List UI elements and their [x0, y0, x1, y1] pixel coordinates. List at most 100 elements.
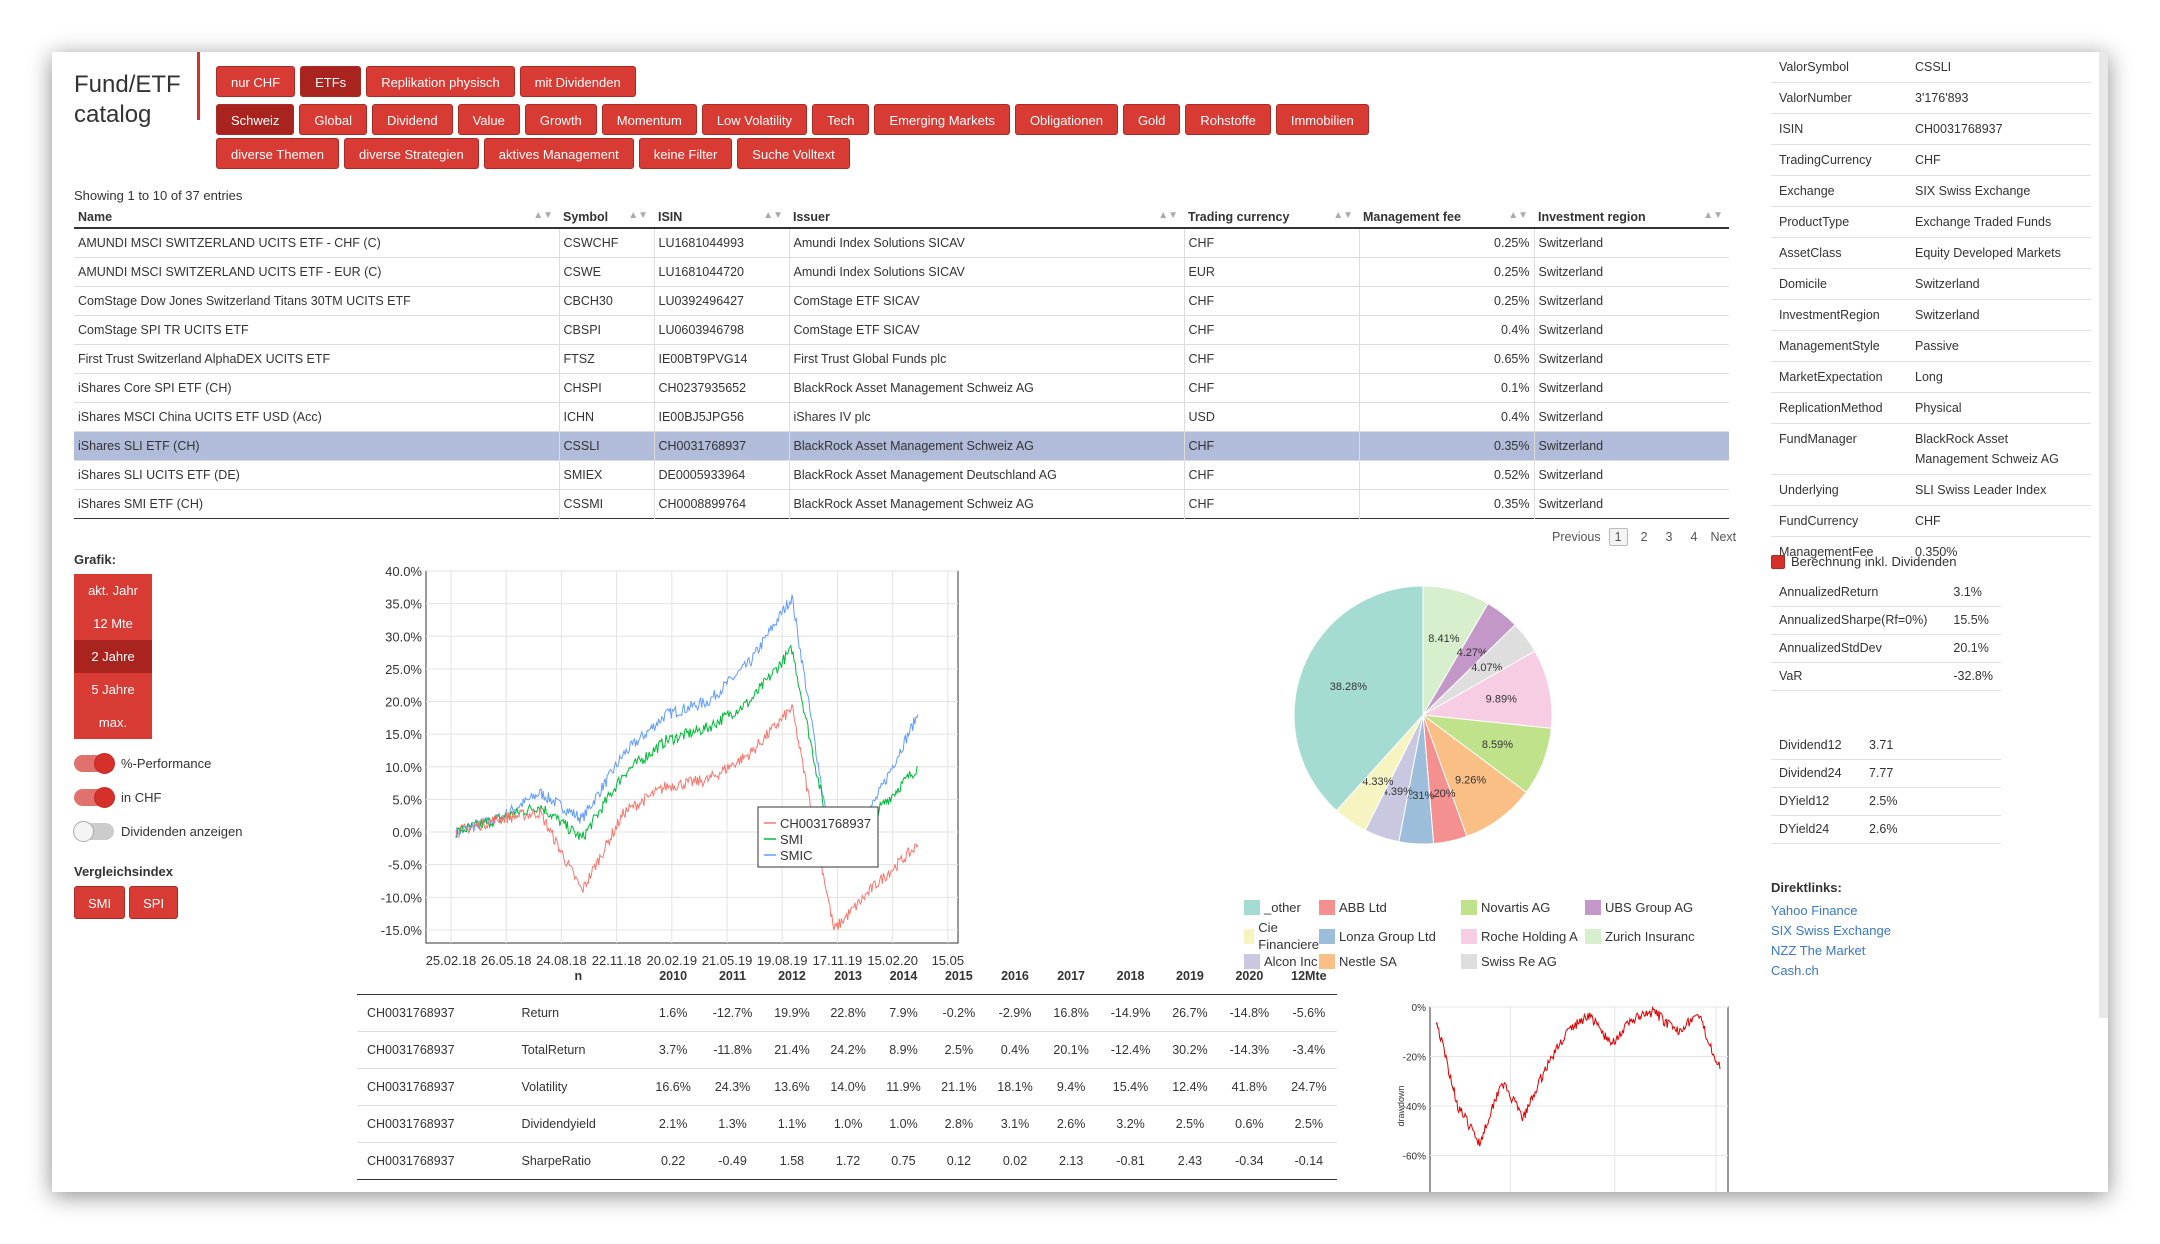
pager-page-3[interactable]: 3 — [1661, 529, 1678, 545]
info-row: Underlying SLI Swiss Leader Index — [1771, 474, 2091, 506]
cell-isin: IE00BT9PVG14 — [654, 343, 790, 373]
filter-global-button[interactable]: Global — [299, 104, 367, 135]
benchmark-spi-button[interactable]: SPI — [129, 886, 179, 919]
cell-region: Switzerland — [1534, 314, 1729, 344]
table-row[interactable]: ComStage Dow Jones Switzerland Titans 30… — [74, 285, 1729, 315]
filter-replikation-button[interactable]: Replikation physisch — [366, 66, 515, 97]
filter-gold-button[interactable]: Gold — [1122, 104, 1181, 135]
cell-name: First Trust Switzerland AlphaDEX UCITS E… — [74, 343, 560, 373]
stat-value: 7.77 — [1861, 759, 2001, 788]
page-scrollbar[interactable] — [2099, 52, 2108, 1018]
filter-growth-button[interactable]: Growth — [524, 104, 597, 135]
chf-switch[interactable] — [74, 787, 115, 808]
filter-nur-chf-button[interactable]: nur CHF — [216, 66, 296, 97]
fund-info-table: ValorSymbol CSSLI ValorNumber 3'176'893 ISIN… — [1771, 52, 2091, 567]
filter-keine-filter-button[interactable]: keine Filter — [638, 138, 733, 169]
col-isin-header[interactable]: ISIN ▲▼ — [654, 206, 789, 229]
legend-label: Lonza Group Ltd — [1339, 928, 1436, 944]
pager-page-4[interactable]: 4 — [1686, 529, 1703, 545]
stat-row: AnnualizedStdDev 20.1% — [1771, 634, 2001, 663]
cell-fee: 0.35% — [1359, 488, 1535, 518]
pager-page-1[interactable]: 1 — [1608, 528, 1628, 546]
range-5-years-button[interactable]: 5 Jahre — [74, 673, 152, 706]
col-issuer-header[interactable]: Issuer ▲▼ — [789, 206, 1184, 229]
info-value: Long — [1907, 361, 2091, 393]
stats-cell: 1.58 — [763, 1141, 821, 1179]
range-max-button[interactable]: max. — [74, 706, 152, 739]
filter-momentum-button[interactable]: Momentum — [601, 104, 697, 135]
link-nzz-the-market[interactable]: NZZ The Market — [1771, 941, 1891, 961]
stat-key: AnnualizedStdDev — [1771, 634, 1946, 663]
stats-cell: 1.3% — [701, 1104, 764, 1142]
dividend-calc-checkbox[interactable] — [1771, 554, 1785, 569]
legend-label: SMI — [780, 832, 803, 847]
col-name-header[interactable]: Name ▲▼ — [74, 206, 559, 229]
table-row[interactable]: ComStage SPI TR UCITS ETF CBSPI LU06039467… — [74, 314, 1729, 344]
legend-item: Zurich Insuranc — [1585, 928, 1695, 945]
filter-obligationen-button[interactable]: Obligationen — [1014, 104, 1118, 135]
filter-emerging-markets-button[interactable]: Emerging Markets — [874, 104, 1010, 135]
stats-row: CH0031768937 Return 1.6% -12.7% 19.9% 22.8% 7.… — [357, 993, 1337, 1031]
filter-immobilien-button[interactable]: Immobilien — [1275, 104, 1369, 135]
pie-slice-label: 4.33% — [1362, 776, 1393, 788]
link-cash-ch[interactable]: Cash.ch — [1771, 961, 1891, 981]
cell-region: Switzerland — [1534, 285, 1729, 315]
benchmark-smi-button[interactable]: SMI — [74, 886, 126, 919]
filter-etfs-button[interactable]: ETFs — [300, 66, 362, 97]
table-row[interactable]: First Trust Switzerland AlphaDEX UCITS E… — [74, 343, 1729, 373]
stats-cell: 22.8% — [820, 993, 877, 1031]
col-symbol-header[interactable]: Symbol ▲▼ — [559, 206, 654, 229]
legend-swatch — [1319, 900, 1335, 915]
range-buttons: akt. Jahr 12 Mte 2 Jahre 5 Jahre max. — [74, 574, 152, 739]
link-yahoo-finance[interactable]: Yahoo Finance — [1771, 901, 1891, 921]
stats-cell: 0.22 — [645, 1141, 702, 1179]
performance-switch[interactable] — [74, 753, 115, 774]
info-row: ManagementStyle Passive — [1771, 330, 2091, 362]
table-row[interactable]: AMUNDI MSCI SWITZERLAND UCITS ETF - EUR … — [74, 256, 1729, 286]
filter-strategien-button[interactable]: diverse Strategien — [343, 138, 479, 169]
pager-page-2[interactable]: 2 — [1636, 529, 1653, 545]
stats-col-header: 2020 — [1218, 958, 1281, 995]
pager-previous[interactable]: Previous — [1552, 530, 1601, 544]
info-row: TradingCurrency CHF — [1771, 144, 2091, 176]
filter-rohstoffe-button[interactable]: Rohstoffe — [1185, 104, 1271, 135]
table-row[interactable]: iShares SMI ETF (CH) CSSMI CH0008899764 Bla… — [74, 488, 1729, 518]
search-fulltext-button[interactable]: Suche Volltext — [737, 138, 850, 169]
info-value: Passive — [1907, 330, 2091, 362]
table-row[interactable]: iShares SLI ETF (CH) CSSLI CH0031768937 Bla… — [74, 430, 1729, 460]
range-12-months-button[interactable]: 12 Mte — [74, 607, 152, 640]
cell-issuer: BlackRock Asset Management Schweiz AG — [789, 488, 1185, 518]
col-currency-header[interactable]: Trading currency ▲▼ — [1184, 206, 1359, 229]
filter-tech-button[interactable]: Tech — [811, 104, 870, 135]
filter-dividenden-button[interactable]: mit Dividenden — [519, 66, 636, 97]
filter-themen-button[interactable]: diverse Themen — [216, 138, 339, 169]
toggle-dividends-label: Dividenden anzeigen — [121, 824, 243, 839]
range-2-years-button[interactable]: 2 Jahre — [74, 640, 152, 673]
stats-cell: SharpeRatio — [511, 1141, 646, 1179]
col-region-label: Investment region — [1538, 209, 1646, 224]
link-six-swiss-exchange[interactable]: SIX Swiss Exchange — [1771, 921, 1891, 941]
dividends-switch[interactable] — [73, 821, 114, 842]
stats-cell: 3.2% — [1099, 1104, 1162, 1142]
table-row[interactable]: iShares MSCI China UCITS ETF USD (Acc) IC… — [74, 401, 1729, 431]
table-row[interactable]: AMUNDI MSCI SWITZERLAND UCITS ETF - CHF … — [74, 227, 1729, 257]
table-row[interactable]: iShares Core SPI ETF (CH) CHSPI CH02379356… — [74, 372, 1729, 402]
col-fee-header[interactable]: Management fee ▲▼ — [1359, 206, 1534, 229]
filter-value-button[interactable]: Value — [457, 104, 520, 135]
filter-aktives-management-button[interactable]: aktives Management — [483, 138, 634, 169]
y-tick-label: 25.0% — [385, 662, 422, 677]
filter-schweiz-button[interactable]: Schweiz — [216, 104, 295, 135]
sort-icon: ▲▼ — [533, 210, 553, 221]
filter-dividend-button[interactable]: Dividend — [372, 104, 453, 135]
cell-name: ComStage Dow Jones Switzerland Titans 30… — [74, 285, 560, 315]
toggle-performance: %-Performance — [74, 753, 211, 774]
filter-low-volatility-button[interactable]: Low Volatility — [701, 104, 807, 135]
dividend-stats-table: Dividend12 3.71 Dividend24 7.77 DYield12 2.5%… — [1771, 732, 2001, 844]
table-row[interactable]: iShares SLI UCITS ETF (DE) SMIEX DE0005933… — [74, 459, 1729, 489]
cell-region: Switzerland — [1534, 227, 1729, 257]
pager-next[interactable]: Next — [1710, 530, 1736, 544]
legend-label: Nestle SA — [1339, 954, 1397, 969]
stats-cell: 2.1% — [645, 1104, 702, 1142]
range-current-year-button[interactable]: akt. Jahr — [74, 574, 152, 607]
col-region-header[interactable]: Investment region ▲▼ — [1534, 206, 1729, 229]
